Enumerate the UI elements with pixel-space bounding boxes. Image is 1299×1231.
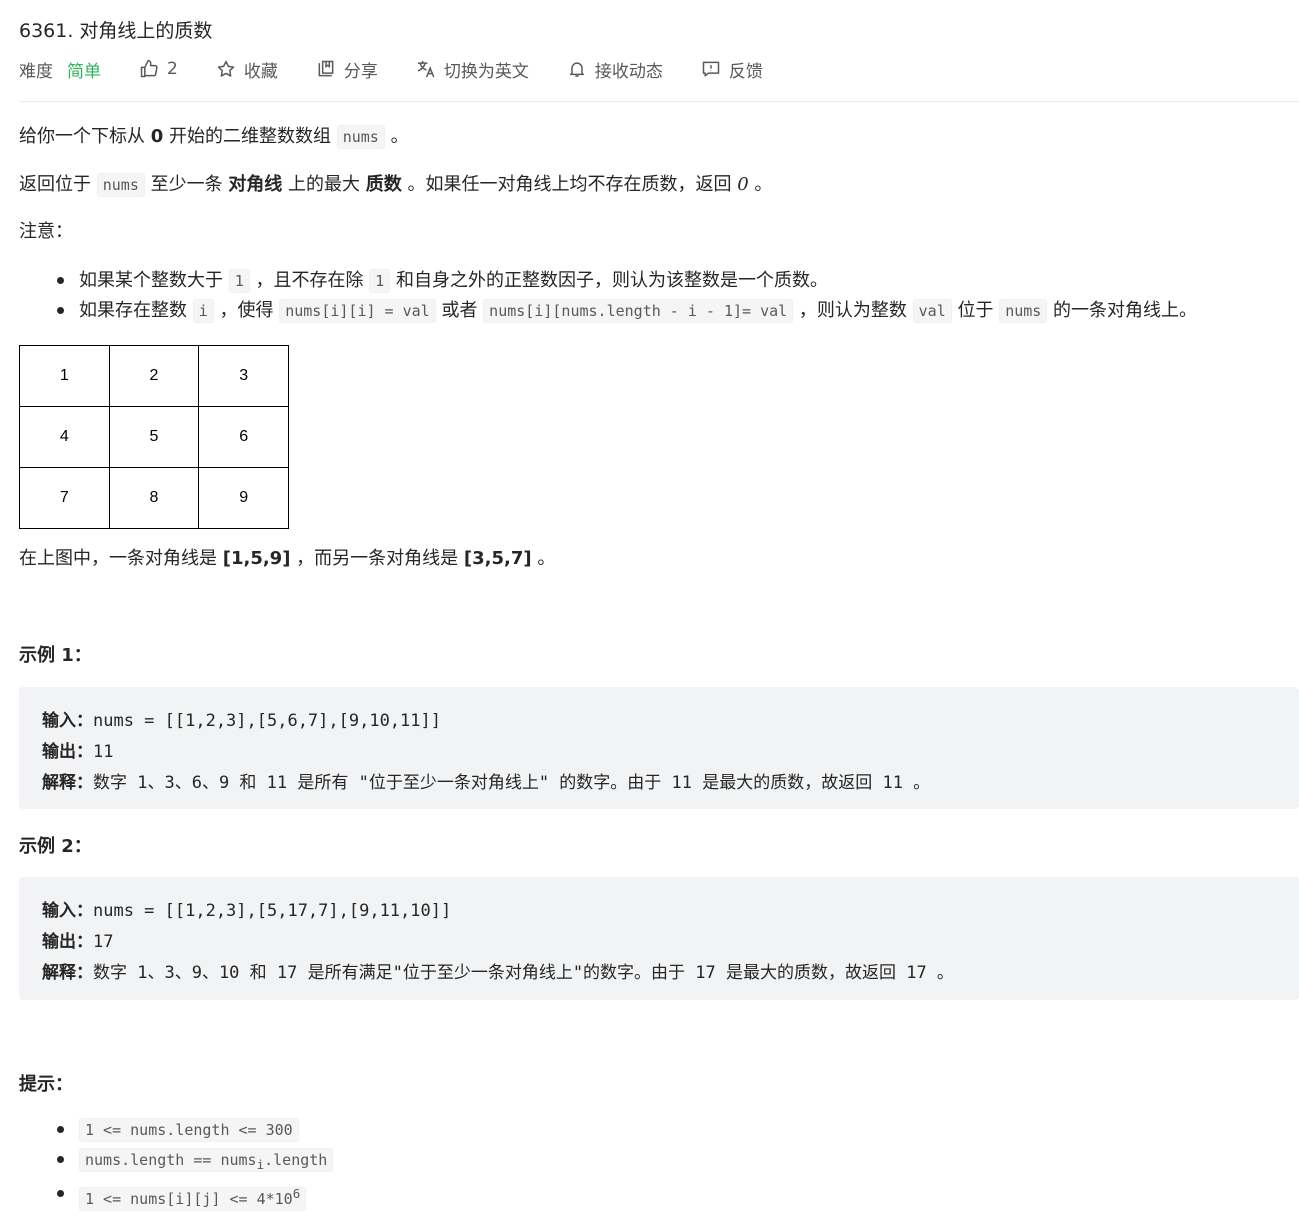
matrix-cell: 9 (198, 467, 289, 529)
description-paragraph-1: 给你一个下标从 0 开始的二维整数数组 nums 。 (19, 125, 409, 149)
subscribe-label: 接收动态 (594, 61, 663, 82)
difficulty-badge: 简单 (67, 61, 101, 82)
example-1-explanation: 解释：数字 1、3、6、9 和 11 是所有 "位于至少一条对角线上" 的数字。… (42, 773, 931, 793)
example-1-input: 输入：nums = [[1,2,3],[5,6,7],[9,10,11]] (42, 711, 441, 731)
share-label: 分享 (343, 61, 378, 82)
translate-icon (417, 60, 435, 78)
example-1-block: 输入：nums = [[1,2,3],[5,6,7],[9,10,11]] 输出… (19, 687, 1299, 809)
note-list: 如果某个整数大于 1 ，且不存在除 1 和自身之外的正整数因子，则认为该整数是一… (57, 266, 1197, 326)
example-1-heading: 示例 1： (19, 645, 92, 666)
feedback-button[interactable]: 反馈 (701, 57, 763, 82)
like-button[interactable]: 2 (139, 59, 178, 79)
example-2-block: 输入：nums = [[1,2,3],[5,17,7],[9,11,10]] 输… (19, 877, 1299, 1000)
matrix-cell: 3 (198, 345, 289, 407)
example-1-output: 输出：11 (42, 742, 114, 762)
constraint-item: 1 <= nums.length <= 300 (57, 1115, 333, 1145)
example-2-output: 输出：17 (42, 932, 114, 952)
collect-button[interactable]: 收藏 (216, 57, 278, 82)
matrix-cell: 7 (19, 467, 110, 529)
constraint-item: 1 <= nums[i][j] <= 4*106 (57, 1179, 333, 1214)
inline-code: nums (336, 125, 385, 149)
matrix-cell: 4 (19, 406, 110, 468)
note-item-diagonal-definition: 如果存在整数 i ，使得 nums[i][i] = val 或者 nums[i]… (57, 296, 1197, 326)
constraints-heading: 提示： (19, 1074, 73, 1095)
example-2-input: 输入：nums = [[1,2,3],[5,17,7],[9,11,10]] (42, 901, 452, 921)
like-count: 2 (167, 59, 178, 79)
example-2-heading: 示例 2： (19, 836, 92, 857)
feedback-icon (702, 61, 720, 77)
matrix-cell: 6 (198, 406, 289, 468)
note-item-prime-definition: 如果某个整数大于 1 ，且不存在除 1 和自身之外的正整数因子，则认为该整数是一… (57, 266, 1197, 296)
inline-code: nums (96, 173, 145, 197)
example-matrix-image: 1 2 3 4 5 6 7 8 9 (19, 345, 289, 529)
subscribe-button[interactable]: 接收动态 (567, 57, 663, 82)
collect-label: 收藏 (243, 61, 278, 82)
thumb-up-icon (140, 59, 158, 78)
switch-language-button[interactable]: 切换为英文 (416, 57, 529, 82)
difficulty-label: 难度 (19, 61, 53, 82)
bell-icon (569, 62, 584, 77)
image-caption: 在上图中，一条对角线是 [1,5,9] ，而另一条对角线是 [3,5,7] 。 (19, 548, 556, 569)
star-icon (217, 60, 235, 77)
feedback-label: 反馈 (728, 61, 763, 82)
matrix-cell: 1 (19, 345, 110, 407)
example-2-explanation: 解释：数字 1、3、9、10 和 17 是所有满足"位于至少一条对角线上"的数字… (42, 963, 954, 983)
switch-language-label: 切换为英文 (443, 61, 529, 82)
problem-title: 6361. 对角线上的质数 (19, 20, 213, 42)
matrix-cell: 2 (108, 345, 200, 407)
constraints-list: 1 <= nums.length <= 300 nums.length == n… (57, 1115, 334, 1214)
share-button[interactable]: 分享 (316, 57, 378, 82)
header-divider (19, 101, 1299, 102)
constraint-item: nums.length == numsi.length (57, 1145, 334, 1179)
matrix-cell: 8 (108, 467, 200, 529)
share-icon (318, 60, 334, 77)
problem-meta-bar: 难度 简单 2 收藏 分享 切换为英文 接收动态 反馈 (19, 56, 801, 82)
note-label: 注意： (19, 221, 73, 242)
description-paragraph-2: 返回位于 nums 至少一条 对角线 上的最大 质数 。如果任一对角线上均不存在… (19, 173, 773, 197)
matrix-cell: 5 (108, 406, 200, 468)
